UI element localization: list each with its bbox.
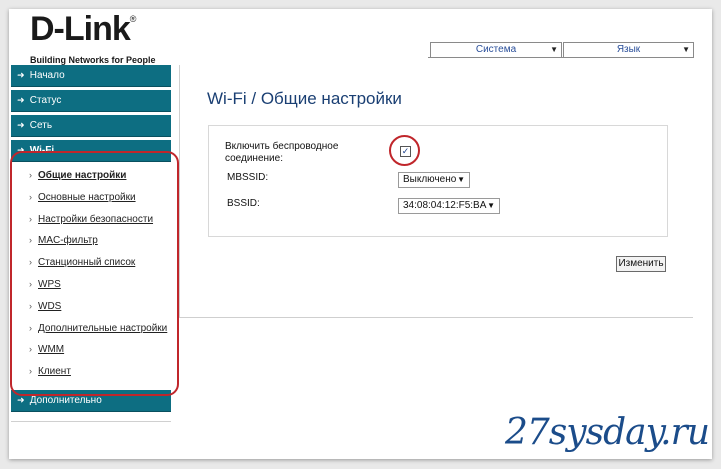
checkbox-highlight-circle bbox=[389, 135, 420, 166]
sidebar-subitem-advanced[interactable]: › Дополнительные настройки bbox=[11, 318, 171, 340]
arrow-down-icon: ➜ bbox=[17, 145, 25, 155]
sidebar-divider bbox=[11, 421, 171, 422]
chevron-down-icon: ▼ bbox=[457, 175, 465, 184]
sidebar-item-label: Статус bbox=[29, 95, 62, 106]
sidebar-item-wifi[interactable]: ➜ Wi-Fi bbox=[11, 140, 171, 162]
arrow-right-icon: ➜ bbox=[17, 95, 25, 105]
mbssid-select-value: Выключено bbox=[403, 174, 457, 185]
sidebar-item-home[interactable]: ➜ Начало bbox=[11, 65, 171, 87]
sidebar-item-network[interactable]: ➜ Сеть bbox=[11, 115, 171, 137]
chevron-down-icon: ▼ bbox=[487, 201, 495, 210]
sidebar-subitem-label: WMM bbox=[38, 344, 65, 356]
sidebar: ➜ Начало ➜ Статус ➜ Сеть ➜ Wi-Fi › Общие… bbox=[11, 65, 171, 415]
dlink-logo: D-Link® Building Networks for People bbox=[30, 12, 156, 65]
chevron-down-icon: ▼ bbox=[682, 45, 690, 54]
system-menu[interactable]: Система ▼ bbox=[430, 42, 562, 58]
enable-wireless-label-line1: Включить беспроводное bbox=[225, 141, 339, 152]
arrow-right-icon: ➜ bbox=[17, 70, 25, 80]
bssid-select[interactable]: 34:08:04:12:F5:BA ▼ bbox=[398, 198, 500, 214]
enable-wireless-label: Включить беспроводное соединение: bbox=[225, 141, 338, 165]
sidebar-subitem-general[interactable]: › Общие настройки bbox=[11, 165, 171, 187]
sidebar-subitem-label: MAC-фильтр bbox=[38, 235, 98, 247]
sidebar-subitem-label: Дополнительные настройки bbox=[38, 322, 168, 334]
bullet-icon: › bbox=[29, 344, 32, 355]
bullet-icon: › bbox=[29, 300, 32, 311]
mbssid-select[interactable]: Выключено ▼ bbox=[398, 172, 470, 188]
arrow-right-icon: ➜ bbox=[17, 120, 25, 130]
arrow-right-icon: ➜ bbox=[17, 394, 25, 405]
sidebar-item-label: Начало bbox=[29, 70, 65, 81]
sidebar-subitem-wps[interactable]: › WPS bbox=[11, 274, 171, 296]
chevron-down-icon: ▼ bbox=[550, 45, 558, 54]
page-title: Wi-Fi / Общие настройки bbox=[207, 89, 402, 108]
bullet-icon: › bbox=[29, 191, 32, 202]
bullet-icon: › bbox=[29, 213, 32, 224]
sidebar-subitem-label: Станционный список bbox=[38, 257, 136, 269]
sidebar-subitem-label: Клиент bbox=[38, 366, 71, 378]
sidebar-subitem-client[interactable]: › Клиент bbox=[11, 361, 171, 383]
sidebar-subitem-station-list[interactable]: › Станционный список bbox=[11, 252, 171, 274]
logo-tagline: Building Networks for People bbox=[30, 55, 156, 65]
sidebar-subitem-wmm[interactable]: › WMM bbox=[11, 339, 171, 361]
sidebar-item-label: Сеть bbox=[29, 120, 53, 131]
bullet-icon: › bbox=[29, 278, 32, 289]
header-divider bbox=[428, 57, 692, 58]
language-menu[interactable]: Язык ▼ bbox=[563, 42, 694, 58]
change-button[interactable]: Изменить bbox=[616, 256, 666, 272]
sidebar-subitem-label: Общие настройки bbox=[38, 170, 127, 181]
enable-wireless-label-line2: соединение: bbox=[225, 153, 283, 164]
sidebar-subitem-label: Настройки безопасности bbox=[38, 213, 154, 225]
bullet-icon: › bbox=[29, 170, 32, 180]
sidebar-item-label: Wi-Fi bbox=[29, 145, 55, 156]
bullet-icon: › bbox=[29, 257, 32, 268]
sidebar-item-additional[interactable]: ➜ Дополнительно bbox=[11, 389, 171, 412]
bullet-icon: › bbox=[29, 322, 32, 333]
bullet-icon: › bbox=[29, 366, 32, 377]
system-menu-label: Система bbox=[475, 44, 517, 55]
logo-brand: D-Link® bbox=[30, 10, 136, 48]
sidebar-item-label: Дополнительно bbox=[29, 394, 102, 406]
sidebar-subitem-wds[interactable]: › WDS bbox=[11, 296, 171, 318]
bssid-label: BSSID: bbox=[227, 198, 260, 209]
sidebar-subitem-basic[interactable]: › Основные настройки bbox=[11, 187, 171, 209]
sidebar-subitem-security[interactable]: › Настройки безопасности bbox=[11, 209, 171, 231]
sidebar-item-status[interactable]: ➜ Статус bbox=[11, 90, 171, 112]
sidebar-subitem-label: WDS bbox=[38, 300, 62, 312]
bssid-select-value: 34:08:04:12:F5:BA bbox=[403, 200, 487, 211]
sidebar-subitem-label: Основные настройки bbox=[38, 191, 136, 203]
sidebar-subitem-label: WPS bbox=[38, 278, 61, 290]
sidebar-subitem-mac-filter[interactable]: › MAC-фильтр bbox=[11, 230, 171, 252]
bullet-icon: › bbox=[29, 235, 32, 246]
language-menu-label: Язык bbox=[616, 44, 641, 55]
mbssid-label: MBSSID: bbox=[227, 172, 269, 183]
watermark-text: 27sysday.ru bbox=[505, 412, 710, 453]
